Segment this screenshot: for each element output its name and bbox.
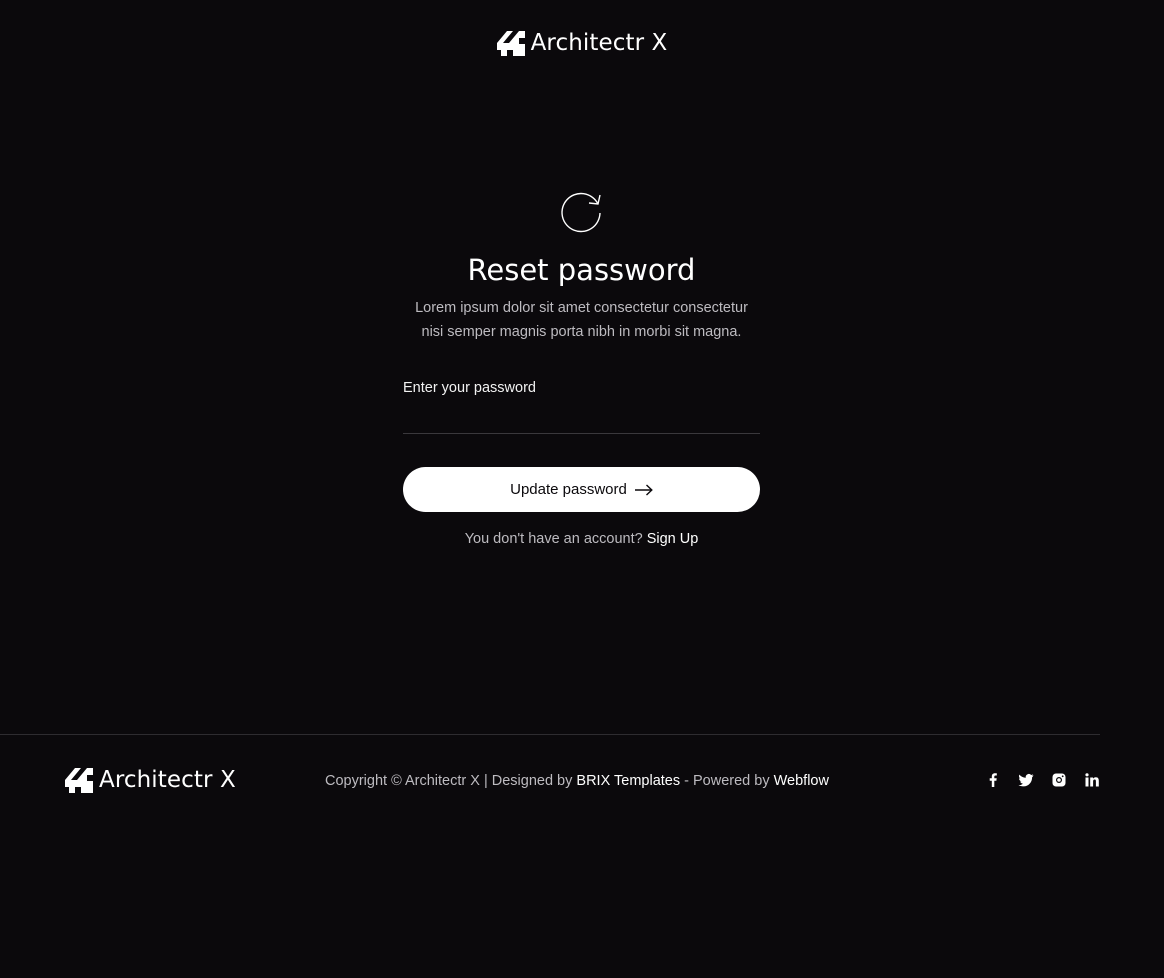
powered-by-prefix: - Powered by — [684, 773, 770, 789]
twitter-icon — [1018, 774, 1034, 787]
reset-password-page: Architectr X Reset password Lorem ipsum … — [0, 0, 1164, 978]
arrow-right-icon — [634, 483, 653, 496]
header: Architectr X — [0, 26, 1164, 60]
footer-logo-link[interactable]: Architectr X — [65, 767, 236, 794]
instagram-icon — [1052, 773, 1066, 787]
footer-divider — [0, 734, 1100, 735]
facebook-icon — [989, 773, 997, 787]
linkedin-icon — [1085, 773, 1099, 787]
update-password-button[interactable]: Update password — [403, 467, 760, 512]
page-title: Reset password — [467, 253, 696, 287]
footer-brand-text: Architectr X — [99, 767, 236, 793]
facebook-link[interactable] — [985, 772, 1001, 788]
logo-mark-icon — [496, 30, 525, 56]
password-label: Enter your password — [403, 380, 536, 396]
brix-templates-link[interactable]: BRIX Templates — [576, 773, 680, 789]
webflow-link[interactable]: Webflow — [774, 773, 829, 789]
signup-link[interactable]: Sign Up — [647, 531, 699, 547]
refresh-icon — [560, 192, 601, 233]
logo-mark-icon — [65, 768, 93, 793]
password-input[interactable] — [403, 404, 760, 434]
footer: Architectr X Copyright © Architectr X | … — [65, 764, 1100, 798]
page-description: Lorem ipsum dolor sit amet consectetur c… — [415, 300, 748, 340]
update-password-button-label: Update password — [510, 481, 627, 498]
twitter-link[interactable] — [1018, 772, 1034, 788]
header-logo-link[interactable]: Architectr X — [496, 29, 668, 57]
linkedin-link[interactable] — [1084, 772, 1100, 788]
instagram-link[interactable] — [1051, 772, 1067, 788]
signup-prompt-line: You don't have an account? Sign Up — [465, 531, 699, 547]
reset-password-card: Reset password Lorem ipsum dolor sit ame… — [403, 190, 760, 547]
copyright-text: Copyright © Architectr X | Designed by B… — [325, 773, 829, 789]
social-links — [985, 772, 1100, 788]
header-brand-text: Architectr X — [530, 29, 668, 56]
copyright-prefix: Copyright © Architectr X | Designed by — [325, 773, 573, 789]
signup-prompt-text: You don't have an account? — [464, 531, 643, 547]
